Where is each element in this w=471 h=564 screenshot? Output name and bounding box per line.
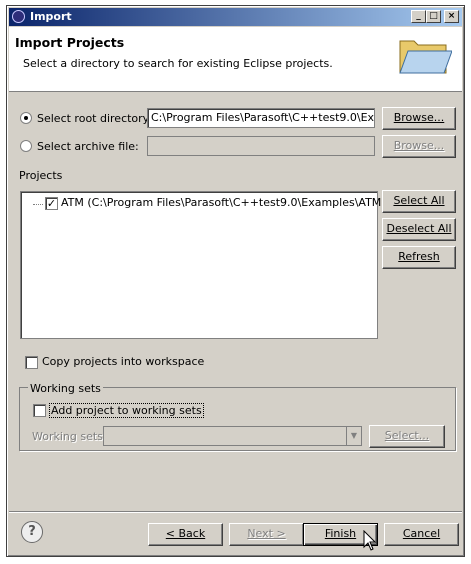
maximize-button[interactable]: □ [426, 10, 441, 23]
root-directory-label: Select root directory: [37, 112, 153, 125]
working-sets-legend: Working sets [28, 382, 103, 395]
wizard-header: Import Projects Select a directory to se… [9, 27, 462, 92]
help-icon[interactable]: ? [21, 521, 43, 543]
projects-label: Projects [19, 169, 63, 182]
select-working-sets-button[interactable]: Select... [369, 425, 445, 448]
add-to-working-sets-label: Add project to working sets [49, 403, 204, 418]
deselect-all-button[interactable]: Deselect All [382, 218, 456, 241]
close-button[interactable]: × [444, 10, 459, 23]
cancel-button[interactable]: Cancel [384, 523, 459, 546]
next-button[interactable]: Next > [229, 523, 304, 546]
mouse-cursor-icon [363, 530, 377, 551]
chevron-down-icon[interactable]: ▼ [346, 427, 361, 445]
projects-list[interactable]: ✓ ATM (C:\Program Files\Parasoft\C++test… [20, 191, 386, 339]
archive-file-label: Select archive file: [37, 140, 139, 153]
browse-directory-button[interactable]: Browse... [382, 107, 456, 130]
title-bar[interactable]: Import _ □ × [9, 8, 462, 26]
browse-archive-button[interactable]: Browse... [382, 135, 456, 158]
archive-file-radio[interactable] [20, 140, 32, 152]
window-title: Import [30, 10, 72, 23]
tree-connector [33, 204, 43, 205]
folder-icon [399, 40, 452, 74]
root-directory-input[interactable]: C:\Program Files\Parasoft\C++test9.0\Exa… [147, 108, 375, 128]
select-all-button[interactable]: Select All [382, 190, 456, 213]
root-directory-radio[interactable] [20, 112, 32, 124]
minimize-button[interactable]: _ [411, 10, 426, 23]
working-sets-combo[interactable]: ▼ [103, 426, 362, 446]
refresh-button[interactable]: Refresh [382, 246, 456, 269]
add-to-working-sets-checkbox[interactable] [33, 404, 46, 417]
page-title: Import Projects [15, 35, 125, 50]
project-checkbox[interactable]: ✓ [45, 197, 58, 210]
page-description: Select a directory to search for existin… [23, 57, 333, 70]
copy-projects-label: Copy projects into workspace [42, 355, 205, 368]
copy-projects-checkbox[interactable] [25, 356, 38, 369]
back-button[interactable]: < Back [148, 523, 223, 546]
project-item-atm[interactable]: ATM (C:\Program Files\Parasoft\C++test9.… [61, 196, 386, 209]
footer-separator [9, 511, 462, 513]
import-dialog: Import _ □ × Import Projects Select a di… [6, 5, 465, 557]
eclipse-icon [12, 10, 25, 23]
archive-file-input[interactable] [147, 136, 375, 156]
working-sets-field-label: Working sets: [32, 430, 107, 443]
